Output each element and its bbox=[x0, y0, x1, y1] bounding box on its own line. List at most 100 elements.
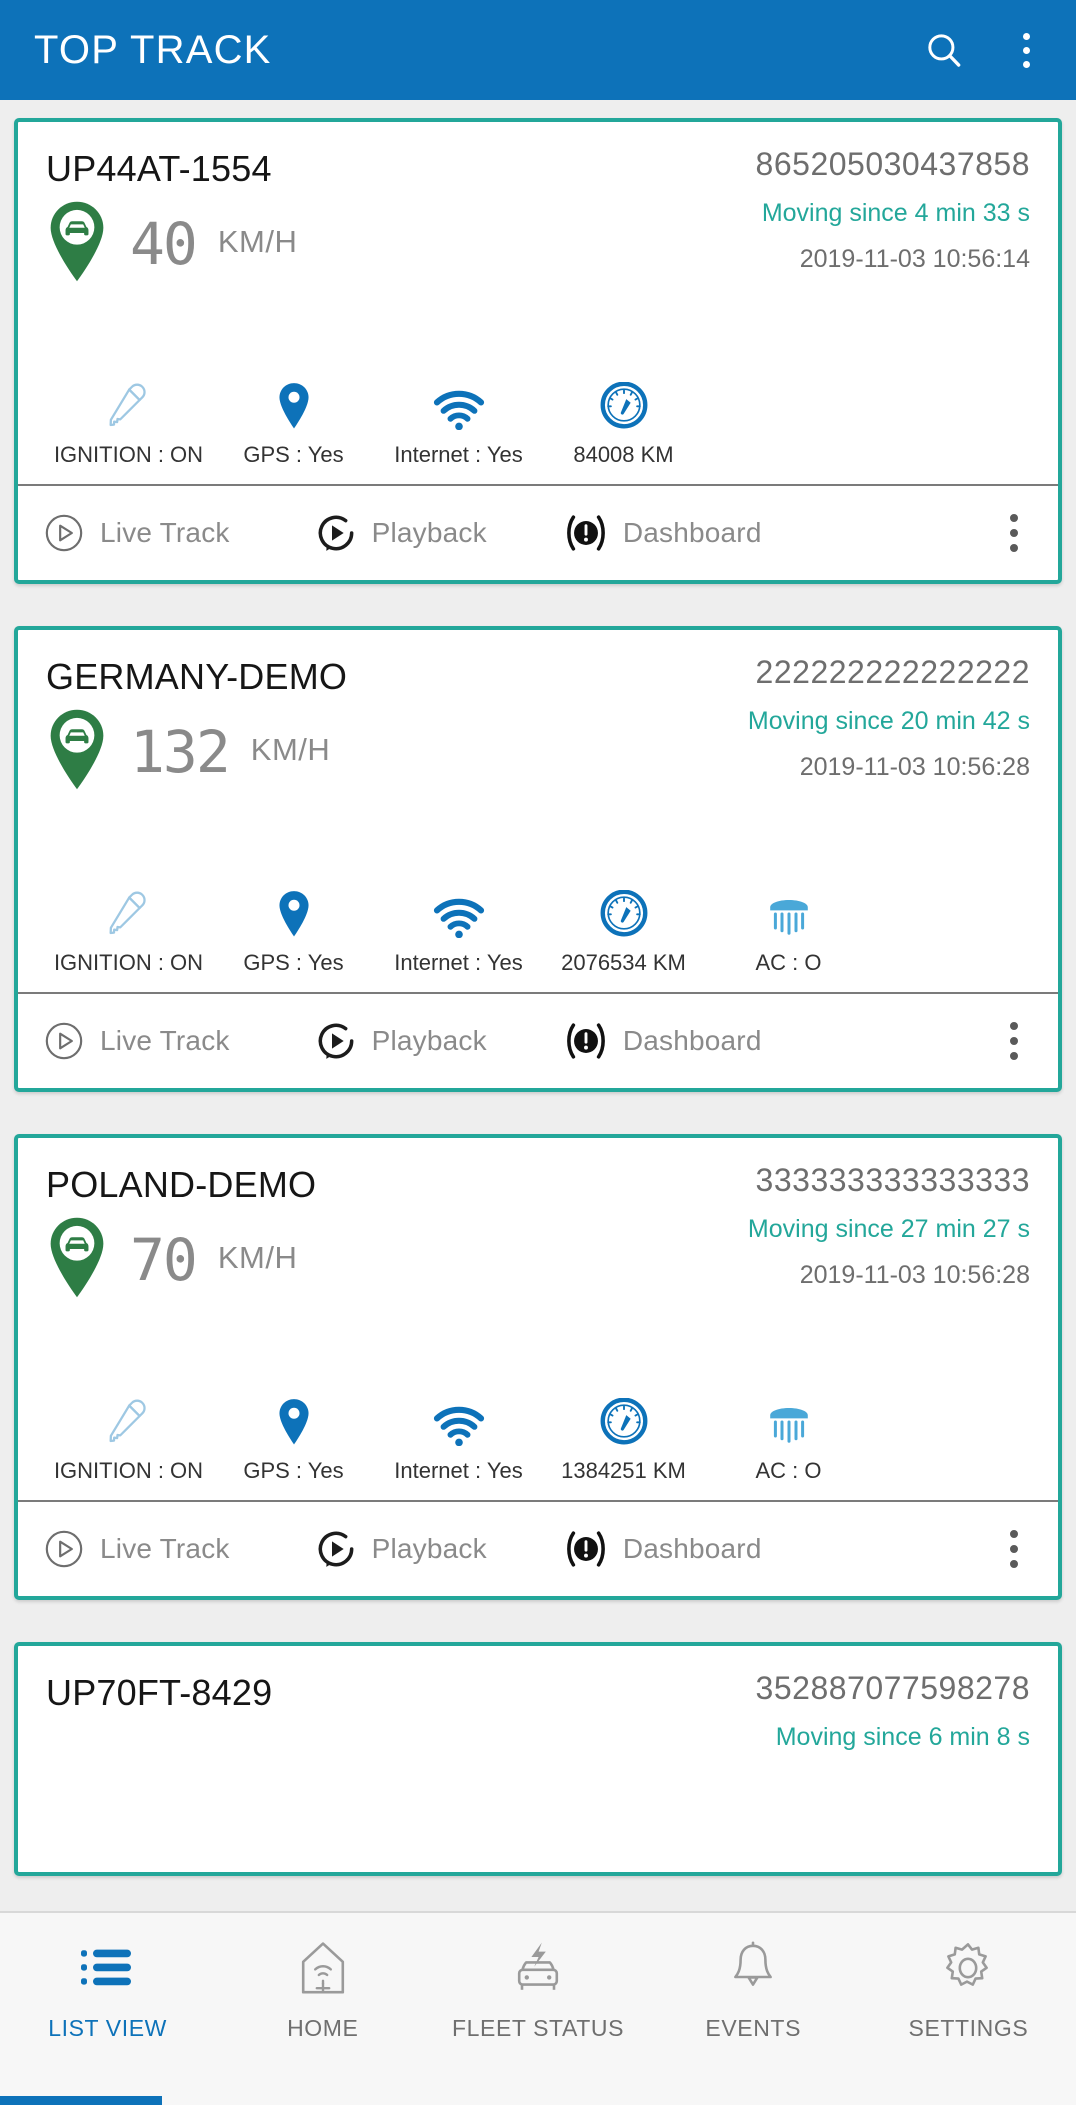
status-gps: GPS : Yes bbox=[211, 382, 376, 468]
card-overflow-button[interactable] bbox=[996, 1016, 1032, 1066]
vehicle-name: UP70FT-8429 bbox=[46, 1672, 273, 1713]
vehicle-pin-icon bbox=[50, 201, 104, 282]
card-actions: Live Track Playback Dashboard bbox=[18, 994, 1058, 1088]
card-overflow-button[interactable] bbox=[996, 508, 1032, 558]
status-internet: Internet : Yes bbox=[376, 1398, 541, 1484]
live-track-button[interactable]: Live Track bbox=[44, 513, 230, 553]
status-internet: Internet : Yes bbox=[376, 382, 541, 468]
status-label: GPS : Yes bbox=[243, 1458, 344, 1483]
playback-button[interactable]: Playback bbox=[316, 1529, 487, 1569]
dashboard-icon bbox=[566, 1023, 605, 1059]
nav-item-events[interactable]: EVENTS bbox=[646, 1939, 861, 2042]
nav-label: HOME bbox=[287, 2015, 359, 2041]
vehicle-name: POLAND-DEMO bbox=[46, 1164, 317, 1205]
live-track-button[interactable]: Live Track bbox=[44, 1529, 230, 1569]
nav-item-home[interactable]: HOME bbox=[215, 1939, 430, 2042]
speed-value: 40 bbox=[130, 210, 198, 278]
vehicle-card[interactable]: UP70FT-8429 352887077598278 Moving since… bbox=[14, 1642, 1062, 1876]
status-strip[interactable]: IGNITION : ON GPS : Yes bbox=[46, 890, 1030, 992]
vehicle-card-body: UP70FT-8429 352887077598278 Moving since… bbox=[18, 1646, 1058, 1872]
card-overflow-button[interactable] bbox=[996, 1524, 1032, 1574]
dashboard-button[interactable]: Dashboard bbox=[565, 513, 762, 553]
vehicle-meta: 222222222222222 Moving since 20 min 42 s… bbox=[748, 652, 1030, 782]
dashboard-label: Dashboard bbox=[622, 517, 762, 548]
status-label: AC : O bbox=[755, 1458, 822, 1483]
playback-icon bbox=[318, 1531, 354, 1567]
status-label: 84008 KM bbox=[573, 442, 674, 467]
status-label: Internet : Yes bbox=[394, 1458, 523, 1483]
status-odometer: 1384251 KM bbox=[541, 1398, 706, 1484]
dashboard-button[interactable]: Dashboard bbox=[565, 1021, 762, 1061]
vehicle-card[interactable]: GERMANY-DEMO 222222222222222 Moving sinc… bbox=[14, 626, 1062, 1092]
search-button[interactable] bbox=[923, 29, 965, 71]
ac-icon bbox=[769, 1408, 808, 1443]
status-label: 1384251 KM bbox=[561, 1458, 686, 1483]
vehicle-card[interactable]: POLAND-DEMO 333333333333333 Moving since… bbox=[14, 1134, 1062, 1600]
vehicle-card[interactable]: UP44AT-1554 865205030437858 Moving since… bbox=[14, 118, 1062, 584]
speed-unit: KM/H bbox=[217, 224, 298, 259]
status-strip[interactable]: IGNITION : ON GPS : Yes bbox=[46, 382, 1030, 484]
status-label: IGNITION : ON bbox=[53, 442, 204, 467]
status-label: IGNITION : ON bbox=[53, 1458, 204, 1483]
overflow-menu-icon bbox=[1010, 514, 1018, 522]
status-ac: AC : O bbox=[706, 1398, 871, 1484]
nav-item-list-view[interactable]: LIST VIEW bbox=[0, 1939, 215, 2042]
playback-button[interactable]: Playback bbox=[316, 513, 487, 553]
live-track-button[interactable]: Live Track bbox=[44, 1021, 230, 1061]
vehicle-name: GERMANY-DEMO bbox=[46, 656, 348, 697]
vehicle-card-body: POLAND-DEMO 333333333333333 Moving since… bbox=[18, 1138, 1058, 1500]
playback-icon bbox=[318, 1023, 354, 1059]
playback-label: Playback bbox=[371, 1025, 487, 1056]
bell-icon bbox=[734, 1941, 773, 1986]
status-internet: Internet : Yes bbox=[376, 890, 541, 976]
nav-item-fleet-status[interactable]: FLEET STATUS bbox=[430, 1939, 645, 2042]
key-icon bbox=[109, 891, 146, 935]
vehicle-imei: 865205030437858 bbox=[755, 146, 1030, 182]
status-odometer: 84008 KM bbox=[541, 382, 706, 468]
home-icon bbox=[301, 1942, 344, 1994]
home-indicator bbox=[0, 2096, 162, 2105]
speed-unit: KM/H bbox=[217, 1240, 298, 1275]
status-label: GPS : Yes bbox=[243, 950, 344, 975]
vehicle-meta: 865205030437858 Moving since 4 min 33 s … bbox=[756, 144, 1030, 274]
status-label: IGNITION : ON bbox=[53, 950, 204, 975]
live-track-label: Live Track bbox=[100, 1025, 230, 1056]
speed-unit: KM/H bbox=[250, 732, 331, 767]
speed-value: 70 bbox=[130, 1226, 198, 1294]
dashboard-icon bbox=[566, 515, 605, 551]
vehicle-list[interactable]: UP44AT-1554 865205030437858 Moving since… bbox=[0, 100, 1076, 1911]
status-gps: GPS : Yes bbox=[211, 890, 376, 976]
vehicle-timestamp: 2019-11-03 10:56:28 bbox=[799, 1261, 1030, 1289]
app-screen: TOP TRACK UP44AT-1554 865205030437858 Mo… bbox=[0, 0, 1076, 2105]
vehicle-meta: 352887077598278 Moving since 6 min 8 s bbox=[756, 1668, 1030, 1752]
vehicle-card-body: GERMANY-DEMO 222222222222222 Moving sinc… bbox=[18, 630, 1058, 992]
vehicle-pin-icon bbox=[50, 709, 104, 790]
live-track-label: Live Track bbox=[100, 517, 230, 548]
playback-label: Playback bbox=[371, 1533, 487, 1564]
status-label: Internet : Yes bbox=[394, 950, 523, 975]
page-title: TOP TRACK bbox=[34, 27, 272, 72]
nav-item-settings[interactable]: SETTINGS bbox=[861, 1939, 1076, 2042]
nav-label: SETTINGS bbox=[908, 2015, 1029, 2041]
card-actions: Live Track Playback Dashboard bbox=[18, 1502, 1058, 1596]
live-track-icon bbox=[45, 514, 83, 552]
wifi-icon bbox=[433, 390, 484, 430]
dashboard-label: Dashboard bbox=[622, 1025, 762, 1056]
wifi-icon bbox=[433, 1406, 484, 1446]
overflow-menu-icon bbox=[1010, 1022, 1018, 1030]
vehicle-card-header: UP70FT-8429 352887077598278 Moving since… bbox=[46, 1668, 1030, 1752]
nav-label: LIST VIEW bbox=[48, 2015, 167, 2041]
nav-label: EVENTS bbox=[705, 2015, 802, 2041]
vehicle-meta: 333333333333333 Moving since 27 min 27 s… bbox=[748, 1160, 1030, 1290]
overflow-menu-button[interactable] bbox=[1011, 27, 1042, 74]
bottom-navigation: LIST VIEW HOME FLEET STATUS EVENTS SETTI… bbox=[0, 1911, 1076, 2105]
dashboard-button[interactable]: Dashboard bbox=[565, 1529, 762, 1569]
vehicle-status: Moving since 6 min 8 s bbox=[775, 1723, 1030, 1751]
ac-icon bbox=[769, 900, 808, 935]
app-bar-actions bbox=[923, 27, 1042, 74]
vehicle-status: Moving since 4 min 33 s bbox=[761, 199, 1030, 227]
wifi-icon bbox=[433, 898, 484, 938]
status-strip[interactable]: IGNITION : ON GPS : Yes bbox=[46, 1398, 1030, 1500]
playback-button[interactable]: Playback bbox=[316, 1021, 487, 1061]
speed-value: 132 bbox=[130, 718, 231, 786]
